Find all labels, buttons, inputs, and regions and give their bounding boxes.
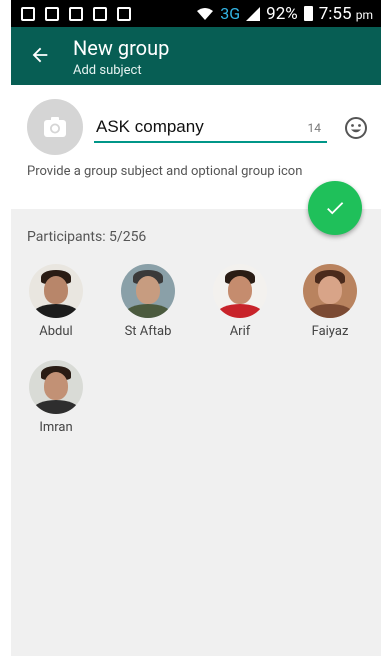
- participant-imran[interactable]: Imran: [20, 360, 92, 435]
- status-indicators: 3G 92% 7:55 pm: [196, 4, 373, 24]
- network-type: 3G: [220, 4, 241, 23]
- avatar-body: [33, 304, 79, 318]
- participant-faiyaz[interactable]: Faiyaz: [294, 264, 366, 339]
- page-subtitle: Add subject: [73, 63, 142, 78]
- avatar: [303, 264, 357, 318]
- mail-icon: [69, 6, 83, 21]
- avatar-body: [33, 400, 79, 414]
- gallery-icon: [45, 6, 59, 21]
- status-bar: 3G 92% 7:55 pm: [11, 0, 381, 27]
- avatar-body: [125, 304, 171, 318]
- char-count: 14: [307, 121, 322, 135]
- emoji-icon[interactable]: [344, 116, 368, 140]
- participant-name: Abdul: [39, 324, 73, 339]
- avatar: [29, 360, 83, 414]
- participant-st-aftab[interactable]: St Aftab: [112, 264, 184, 339]
- avatar-body: [217, 304, 263, 318]
- clock-time: 7:55: [318, 3, 352, 24]
- avatar-face: [44, 276, 68, 304]
- avatar: [121, 264, 175, 318]
- participant-name: Imran: [39, 420, 73, 435]
- message-icon: [93, 6, 107, 21]
- avatar-face: [228, 276, 252, 304]
- subject-input[interactable]: [94, 113, 294, 141]
- helper-text: Provide a group subject and optional gro…: [27, 164, 303, 179]
- avatar-body: [307, 304, 353, 318]
- camera-icon: [44, 117, 66, 137]
- participant-abdul[interactable]: Abdul: [20, 264, 92, 339]
- clock-suffix: pm: [355, 7, 373, 22]
- facebook-icon: [21, 6, 35, 21]
- clock: 7:55 pm: [319, 4, 373, 24]
- wifi-icon: [197, 7, 214, 20]
- app-bar: New group Add subject: [11, 27, 381, 85]
- inbox-icon: [117, 6, 131, 21]
- participant-arif[interactable]: Arif: [204, 264, 276, 339]
- avatar-face: [318, 276, 342, 304]
- participant-name: St Aftab: [124, 324, 172, 339]
- participants-count: Participants: 5/256: [27, 229, 147, 245]
- group-icon-picker[interactable]: [27, 99, 83, 155]
- participant-name: Faiyaz: [311, 324, 349, 339]
- participants-area: Participants: 5/256 Abdul St Aftab Arif: [11, 209, 381, 656]
- participant-name: Arif: [229, 324, 251, 339]
- avatar: [29, 264, 83, 318]
- subject-field: 14: [94, 113, 327, 143]
- avatar: [213, 264, 267, 318]
- battery-percent: 92%: [266, 3, 298, 24]
- back-arrow-icon[interactable]: [29, 44, 51, 66]
- battery-icon: [303, 6, 313, 21]
- signal-icon: [246, 6, 261, 21]
- page-title: New group: [73, 36, 170, 60]
- avatar-face: [44, 372, 68, 400]
- avatar-face: [136, 276, 160, 304]
- notification-icons: [21, 6, 131, 21]
- check-icon: [327, 202, 344, 215]
- confirm-button[interactable]: [308, 181, 362, 235]
